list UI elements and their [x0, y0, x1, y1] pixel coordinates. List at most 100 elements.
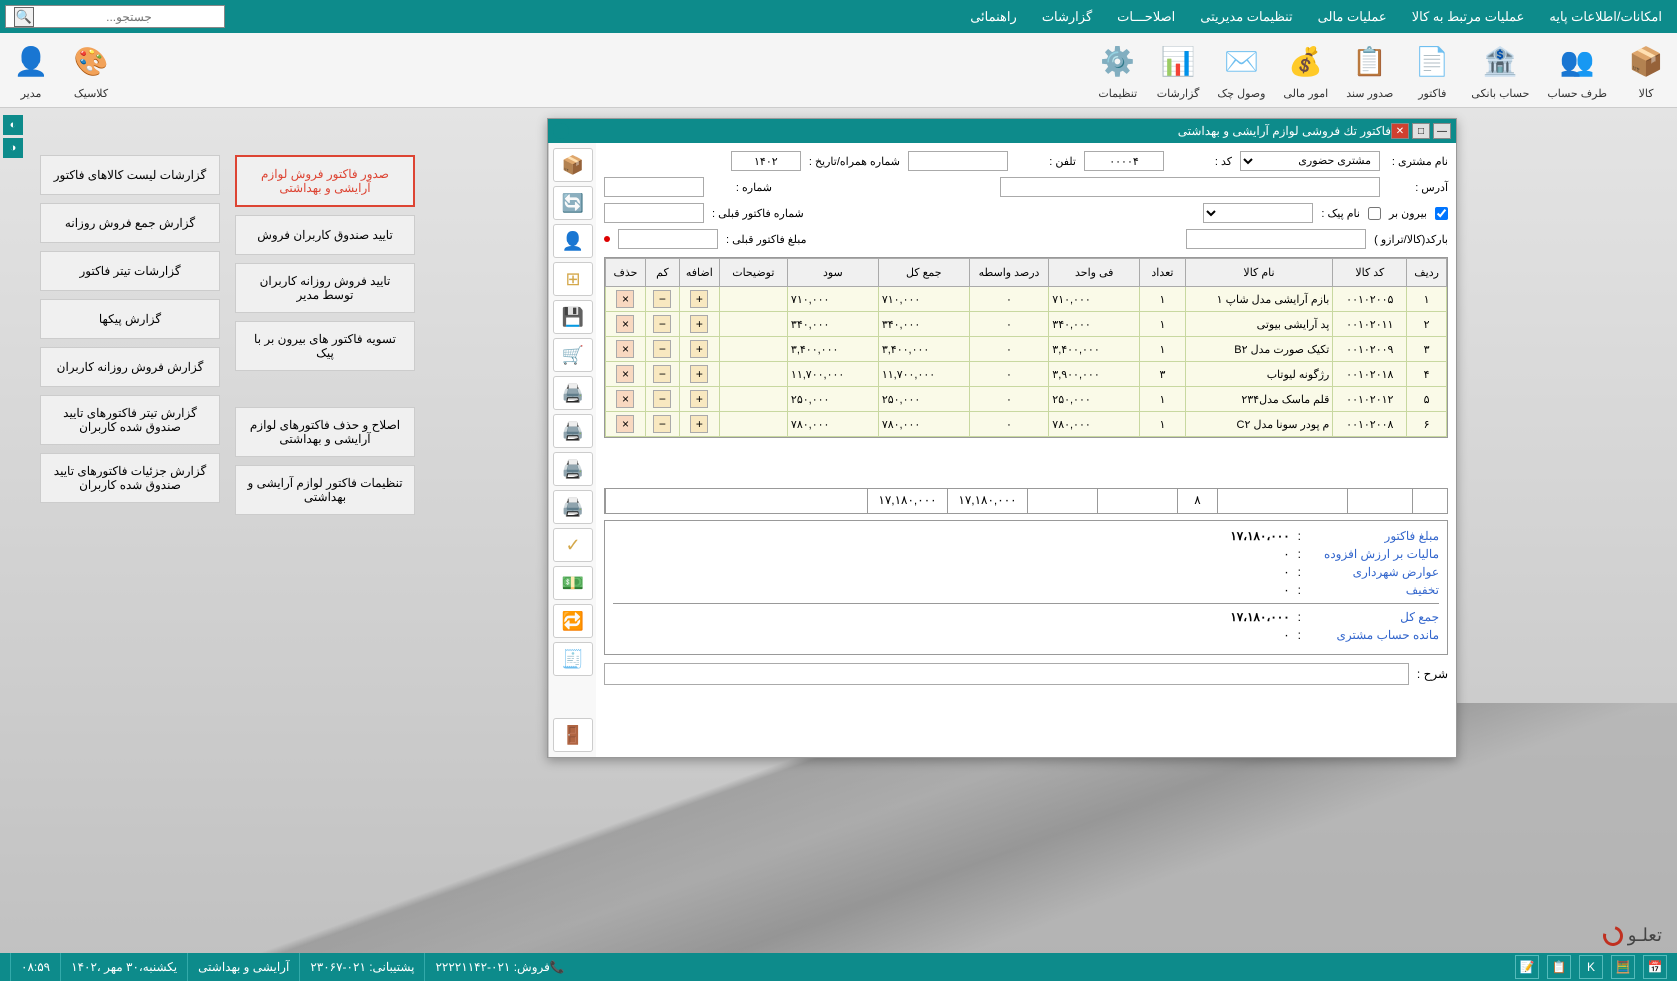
row-add-button[interactable]: +: [690, 415, 708, 433]
desc-input[interactable]: [604, 663, 1409, 685]
panel-report-confirmed-details[interactable]: گزارش جزئیات فاکتورهای تایید صندوق شده ک…: [40, 453, 220, 503]
row-del-button[interactable]: ×: [616, 390, 634, 408]
row-sub-button[interactable]: −: [653, 340, 671, 358]
maximize-icon[interactable]: □: [1412, 123, 1430, 139]
sidebar-exchange-icon[interactable]: 🔁: [553, 604, 593, 638]
minimize-icon[interactable]: —: [1433, 123, 1451, 139]
th-sub[interactable]: کم: [645, 259, 679, 287]
date-input[interactable]: [731, 151, 801, 171]
table-row[interactable]: ۱۰۰۱۰۲۰۰۵بازم آرایشی مدل شاپ ۱۱۷۱۰,۰۰۰۰۷…: [606, 287, 1447, 312]
row-sub-button[interactable]: −: [653, 315, 671, 333]
th-row[interactable]: ردیف: [1407, 259, 1447, 287]
barcode-input[interactable]: [1186, 229, 1366, 249]
panel-issue-invoice[interactable]: صدور فاکتور فروش لوازم آرایشی و بهداشتی: [235, 155, 415, 207]
panel-edit-delete[interactable]: اصلاح و حذف فاکتورهای لوازم آرایشی و بهد…: [235, 407, 415, 457]
sidebar-new-icon[interactable]: 📦: [553, 148, 593, 182]
sidebar-print3-icon[interactable]: 🖨️: [553, 452, 593, 486]
ribbon-finance[interactable]: 💰امور مالی: [1283, 40, 1328, 100]
panel-invoice-settings[interactable]: تنظیمات فاکتور لوازم آرایشی و بهداشتی: [235, 465, 415, 515]
sidebar-receipt-icon[interactable]: 🧾: [553, 642, 593, 676]
ribbon-invoice[interactable]: 📄فاکتور: [1411, 40, 1453, 100]
ribbon-reports[interactable]: 📊گزارشات: [1157, 40, 1200, 100]
panel-report-daily-sales[interactable]: گزارش جمع فروش روزانه: [40, 203, 220, 243]
sidebar-print-icon[interactable]: 🖨️: [553, 376, 593, 410]
row-del-button[interactable]: ×: [616, 315, 634, 333]
row-add-button[interactable]: +: [690, 315, 708, 333]
ribbon-product[interactable]: 📦کالا: [1625, 40, 1667, 100]
outside-checkbox[interactable]: [1435, 207, 1448, 220]
th-del[interactable]: حذف: [606, 259, 646, 287]
table-row[interactable]: ۴۰۰۱۰۲۰۱۸رژگونه لیوتاب۳۳,۹۰۰,۰۰۰۰۱۱,۷۰۰,…: [606, 362, 1447, 387]
status-cal-icon[interactable]: 📅: [1643, 955, 1667, 979]
number-input[interactable]: [604, 177, 704, 197]
menu-mgmt-settings[interactable]: تنظیمات مدیریتی: [1200, 9, 1292, 25]
th-profit[interactable]: سود: [787, 259, 878, 287]
table-row[interactable]: ۶۰۰۱۰۲۰۰۸م پودر سونا مدل C۲۱۷۸۰,۰۰۰۰۷۸۰,…: [606, 412, 1447, 437]
th-unit[interactable]: فی واحد: [1049, 259, 1140, 287]
courier-checkbox[interactable]: [1368, 207, 1381, 220]
panel-report-titles[interactable]: گزارشات تیتر فاکتور: [40, 251, 220, 291]
search-icon[interactable]: 🔍: [14, 7, 34, 27]
th-pct[interactable]: درصد واسطه: [969, 259, 1049, 287]
row-add-button[interactable]: +: [690, 340, 708, 358]
menu-financial-ops[interactable]: عملیات مالی: [1318, 9, 1387, 25]
table-row[interactable]: ۵۰۰۱۰۲۰۱۲قلم ماسک مدل۲۳۴۱۲۵۰,۰۰۰۰۲۵۰,۰۰۰…: [606, 387, 1447, 412]
ribbon-bank[interactable]: 🏦حساب بانکی: [1471, 40, 1529, 100]
ribbon-account[interactable]: 👥طرف حساب: [1547, 40, 1607, 100]
sidebar-refresh-icon[interactable]: 🔄: [553, 186, 593, 220]
panel-confirm-cashier[interactable]: تایید صندوق کاربران فروش: [235, 215, 415, 255]
menu-basic-info[interactable]: امکانات/اطلاعات پایه: [1549, 9, 1662, 25]
ribbon-admin[interactable]: 👤مدیر: [10, 40, 52, 100]
sidebar-print4-icon[interactable]: 🖨️: [553, 490, 593, 524]
row-sub-button[interactable]: −: [653, 290, 671, 308]
address-input[interactable]: [1000, 177, 1380, 197]
table-row[interactable]: ۲۰۰۱۰۲۰۱۱پد آرایشی بیوتی۱۳۴۰,۰۰۰۰۳۴۰,۰۰۰…: [606, 312, 1447, 337]
panel-confirm-daily[interactable]: تایید فروش روزانه کاربران توسط مدیر: [235, 263, 415, 313]
row-del-button[interactable]: ×: [616, 365, 634, 383]
status-note-icon[interactable]: 📝: [1515, 955, 1539, 979]
ribbon-cheque[interactable]: ✉️وصول چک: [1217, 40, 1265, 100]
table-row[interactable]: ۳۰۰۱۰۲۰۰۹تکیک صورت مدل B۲۱۳,۴۰۰,۰۰۰۰۳,۴۰…: [606, 337, 1447, 362]
status-calc-icon[interactable]: 🧮: [1611, 955, 1635, 979]
th-code[interactable]: کد کالا: [1333, 259, 1407, 287]
row-sub-button[interactable]: −: [653, 415, 671, 433]
row-del-button[interactable]: ×: [616, 340, 634, 358]
sidebar-save-icon[interactable]: 💾: [553, 300, 593, 334]
row-del-button[interactable]: ×: [616, 290, 634, 308]
sidebar-exit-icon[interactable]: 🚪: [553, 718, 593, 752]
menu-help[interactable]: راهنمائی: [970, 9, 1017, 25]
panel-settle-courier[interactable]: تسویه فاکتور های بیرون بر با پیک: [235, 321, 415, 371]
sidebar-stamp-icon[interactable]: ✓: [553, 528, 593, 562]
side-btn-2[interactable]: ◑: [3, 138, 23, 158]
row-sub-button[interactable]: −: [653, 390, 671, 408]
sidebar-money-icon[interactable]: 💵: [553, 566, 593, 600]
customer-select[interactable]: مشتری حضوری: [1240, 151, 1380, 171]
th-add[interactable]: اضافه: [679, 259, 719, 287]
sidebar-print2-icon[interactable]: 🖨️: [553, 414, 593, 448]
row-add-button[interactable]: +: [690, 390, 708, 408]
ribbon-classic[interactable]: 🎨کلاسیک: [70, 40, 112, 100]
prev-amount-input[interactable]: [618, 229, 718, 249]
window-titlebar[interactable]: ✕ □ — فاکتور تك فروشی لوازم آرایشی و بهد…: [548, 119, 1456, 143]
ribbon-settings[interactable]: ⚙️تنظیمات: [1097, 40, 1139, 100]
search-input[interactable]: [34, 8, 224, 26]
th-total[interactable]: جمع کل: [878, 259, 969, 287]
th-desc[interactable]: توضیحات: [719, 259, 787, 287]
row-add-button[interactable]: +: [690, 365, 708, 383]
row-sub-button[interactable]: −: [653, 365, 671, 383]
courier-select[interactable]: [1203, 203, 1313, 223]
ribbon-doc[interactable]: 📋صدور سند: [1346, 40, 1393, 100]
sidebar-grid-icon[interactable]: ⊞: [553, 262, 593, 296]
sidebar-cart-icon[interactable]: 🛒: [553, 338, 593, 372]
th-qty[interactable]: تعداد: [1140, 259, 1185, 287]
th-name[interactable]: نام کالا: [1185, 259, 1333, 287]
menu-product-ops[interactable]: عملیات مرتبط به کالا: [1412, 9, 1525, 25]
row-del-button[interactable]: ×: [616, 415, 634, 433]
sidebar-user-icon[interactable]: 👤: [553, 224, 593, 258]
row-add-button[interactable]: +: [690, 290, 708, 308]
panel-report-user-daily[interactable]: گزارش فروش روزانه کاربران: [40, 347, 220, 387]
panel-report-couriers[interactable]: گزارش پیکها: [40, 299, 220, 339]
menu-reports[interactable]: گزارشات: [1042, 9, 1092, 25]
panel-report-items[interactable]: گزارشات لیست کالاهای فاکتور: [40, 155, 220, 195]
prev-invoice-input[interactable]: [604, 203, 704, 223]
